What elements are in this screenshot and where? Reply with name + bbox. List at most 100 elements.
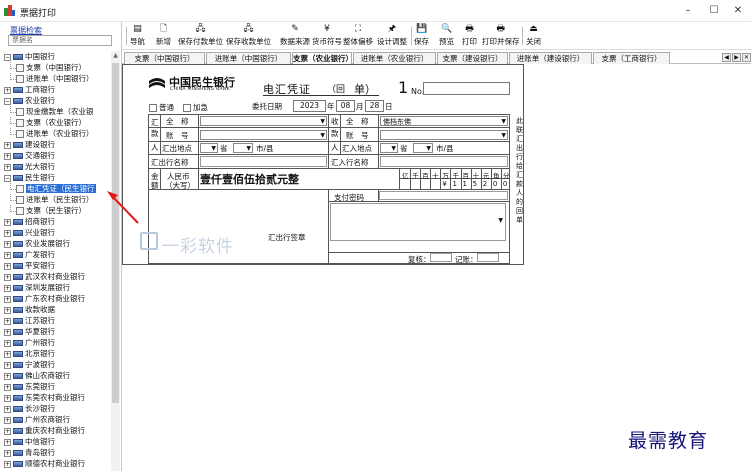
expand-icon[interactable]: + <box>4 405 11 413</box>
expand-icon[interactable]: + <box>4 438 11 446</box>
tree-leaf-item[interactable]: 支票（中国银行） <box>4 62 110 73</box>
remitter-account-select[interactable]: ▼ <box>200 130 327 140</box>
tree-bank-item[interactable]: + 兴业银行 <box>4 227 110 238</box>
expand-icon[interactable]: + <box>4 306 11 314</box>
expand-icon[interactable]: + <box>4 240 11 248</box>
expand-icon[interactable]: + <box>4 251 11 259</box>
tab-1[interactable]: 进账单（中国银行） <box>206 52 291 64</box>
toolbar-button-0[interactable]: ▤ 导航 <box>130 24 145 50</box>
tree-bank-item[interactable]: + 农业发展银行 <box>4 238 110 249</box>
toolbar-button-5[interactable]: ¥ 货币符号 <box>312 24 342 50</box>
review-input[interactable] <box>430 253 452 262</box>
minimize-button[interactable]: – <box>674 3 702 19</box>
tab-prev-icon[interactable]: ◀ <box>722 53 731 62</box>
bookkeep-input[interactable] <box>477 253 499 262</box>
expand-icon[interactable]: + <box>4 295 11 303</box>
scroll-thumb[interactable] <box>112 63 119 403</box>
expand-icon[interactable]: + <box>4 229 11 237</box>
expand-icon[interactable]: + <box>4 449 11 457</box>
expand-icon[interactable]: + <box>4 383 11 391</box>
tree-bank-item[interactable]: + 武汉农村商业银行 <box>4 271 110 282</box>
tab-5[interactable]: 进账单（建设银行） <box>509 52 592 64</box>
tree-bank-item[interactable]: + 光大银行 <box>4 161 110 172</box>
voucher-number-input[interactable] <box>423 82 510 95</box>
tab-0[interactable]: 支票（中国银行） <box>124 52 205 64</box>
tree-bank-item[interactable]: + 平安银行 <box>4 260 110 271</box>
search-input[interactable]: 票据名 <box>8 35 112 46</box>
tab-close-icon[interactable]: ✕ <box>742 53 751 62</box>
day-input[interactable]: 28 <box>365 100 384 112</box>
tree-bank-item[interactable]: + 东莞银行 <box>4 381 110 392</box>
toolbar-button-11[interactable]: 🖶 打印并保存 <box>482 24 520 50</box>
toolbar-button-12[interactable]: ⏏ 关闭 <box>526 24 541 50</box>
expand-icon[interactable]: + <box>4 394 11 402</box>
toolbar-button-7[interactable]: 🖈 设计调整 <box>377 24 407 50</box>
tree-bank-item[interactable]: + 广发银行 <box>4 249 110 260</box>
expand-icon[interactable]: + <box>4 273 11 281</box>
remitter-name-select[interactable]: ▼ <box>200 116 327 126</box>
tab-next-icon[interactable]: ▶ <box>732 53 741 62</box>
tab-2[interactable]: 支票（农业银行） <box>292 52 353 64</box>
tree-bank-item[interactable]: + 重庆农村商业银行 <box>4 425 110 436</box>
tree-bank-item[interactable]: + 华夏银行 <box>4 326 110 337</box>
expand-icon[interactable]: + <box>4 262 11 270</box>
tree-bank-item[interactable]: − 农业银行 <box>4 95 110 106</box>
expand-icon[interactable]: + <box>4 163 11 171</box>
scroll-up-arrow[interactable]: ▲ <box>111 51 120 60</box>
toolbar-button-9[interactable]: 🔍 预览 <box>439 24 454 50</box>
payee-account-select[interactable]: ▼ <box>380 130 508 140</box>
expand-icon[interactable]: + <box>4 350 11 358</box>
memo-textarea[interactable]: ▼ <box>330 203 506 241</box>
tree-bank-item[interactable]: + 长沙银行 <box>4 403 110 414</box>
close-button[interactable]: ✕ <box>724 3 751 19</box>
year-input[interactable]: 2023 <box>293 100 326 112</box>
urgent-checkbox[interactable]: 加急 <box>183 102 208 113</box>
tree-bank-item[interactable]: + 青岛银行 <box>4 447 110 458</box>
tree-leaf-item[interactable]: 现金缴款单（农业银 <box>4 106 110 117</box>
tree-bank-item[interactable]: + 顺德农村商业银行 <box>4 458 110 469</box>
recv-city-select[interactable]: ▼ <box>413 143 433 153</box>
tab-6[interactable]: 支票（工商银行） <box>593 52 670 64</box>
tree-bank-item[interactable]: + 广州农商银行 <box>4 414 110 425</box>
expand-icon[interactable]: + <box>4 460 11 468</box>
toolbar-button-2[interactable]: 🖧 保存付款单位 <box>178 24 223 50</box>
collapse-icon[interactable]: − <box>4 97 11 105</box>
tree-bank-item[interactable]: + 广东农村商业银行 <box>4 293 110 304</box>
payee-name-select[interactable]: 佛档东佛 ▼ <box>380 116 508 126</box>
expand-icon[interactable]: + <box>4 361 11 369</box>
remit-bank-input[interactable] <box>200 156 327 167</box>
expand-icon[interactable]: + <box>4 416 11 424</box>
expand-icon[interactable]: + <box>4 284 11 292</box>
recv-province-select[interactable]: ▼ <box>380 143 398 153</box>
pay-password-input[interactable] <box>379 191 508 200</box>
tree-bank-item[interactable]: + 中信银行 <box>4 436 110 447</box>
tree-bank-item[interactable]: + 招商银行 <box>4 216 110 227</box>
tree-leaf-item[interactable]: 支票（农业银行） <box>4 117 110 128</box>
tree-bank-item[interactable]: + 广州银行 <box>4 337 110 348</box>
tree-bank-item[interactable]: + 东莞农村商业银行 <box>4 392 110 403</box>
expand-icon[interactable]: + <box>4 86 11 94</box>
toolbar-button-3[interactable]: 🖧 保存收款单位 <box>226 24 271 50</box>
tree-bank-item[interactable]: + 深圳发展银行 <box>4 282 110 293</box>
toolbar-button-8[interactable]: 💾 保存 <box>414 24 429 50</box>
tree-bank-item[interactable]: + 宁波银行 <box>4 359 110 370</box>
tree-bank-item[interactable]: − 民生银行 <box>4 172 110 183</box>
tree-bank-item[interactable]: + 收款收据 <box>4 304 110 315</box>
expand-icon[interactable]: + <box>4 218 11 226</box>
sidebar-scrollbar[interactable]: ▲ <box>111 51 120 471</box>
collapse-icon[interactable]: − <box>4 174 11 182</box>
tree-bank-item[interactable]: + 交通银行 <box>4 150 110 161</box>
expand-icon[interactable]: + <box>4 141 11 149</box>
expand-icon[interactable]: + <box>4 339 11 347</box>
toolbar-button-10[interactable]: 🖶 打印 <box>462 24 477 50</box>
tree-bank-item[interactable]: + 江苏银行 <box>4 315 110 326</box>
recv-bank-input[interactable] <box>380 156 508 167</box>
month-input[interactable]: 08 <box>336 100 355 112</box>
remit-city-select[interactable]: ▼ <box>233 143 253 153</box>
expand-icon[interactable]: + <box>4 328 11 336</box>
normal-checkbox[interactable]: 普通 <box>149 102 174 113</box>
expand-icon[interactable]: + <box>4 427 11 435</box>
tree-leaf-item[interactable]: 进账单（中国银行） <box>4 73 110 84</box>
expand-icon[interactable]: + <box>4 152 11 160</box>
tree-bank-item[interactable]: + 北京银行 <box>4 348 110 359</box>
